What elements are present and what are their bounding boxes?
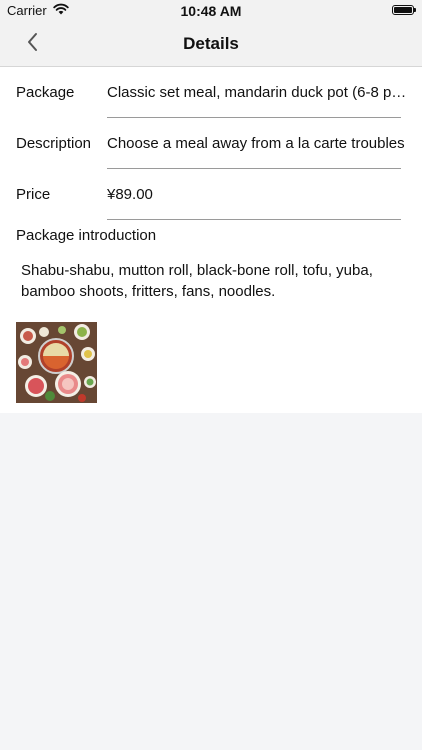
description-label: Description: [16, 135, 92, 152]
status-bar: Carrier 10:48 AM: [0, 0, 422, 22]
package-row: Package Classic set meal, mandarin duck …: [0, 67, 422, 118]
description-value: Choose a meal away from a la carte troub…: [107, 135, 405, 152]
price-label: Price: [16, 186, 51, 203]
battery-icon: [392, 5, 416, 15]
page-title: Details: [183, 34, 239, 53]
description-row: Description Choose a meal away from a la…: [0, 118, 422, 169]
package-introduction-text: Shabu-shabu, mutton roll, black-bone rol…: [21, 262, 373, 300]
price-row: Price ¥89.00: [0, 169, 422, 220]
package-introduction-title: Package introduction: [16, 227, 157, 244]
row-divider: [107, 219, 401, 220]
package-value: Classic set meal, mandarin duck pot (6-8…: [107, 84, 407, 101]
package-label: Package: [16, 84, 75, 101]
package-details-card: Package Classic set meal, mandarin duck …: [0, 67, 422, 413]
details-screen: Carrier 10:48 AM Details Package Classic…: [0, 0, 422, 750]
status-time: 10:48 AM: [180, 3, 242, 19]
hotpot-meal-image[interactable]: [16, 322, 97, 403]
navigation-bar: Details: [0, 22, 422, 67]
price-value: ¥89.00: [107, 186, 153, 203]
